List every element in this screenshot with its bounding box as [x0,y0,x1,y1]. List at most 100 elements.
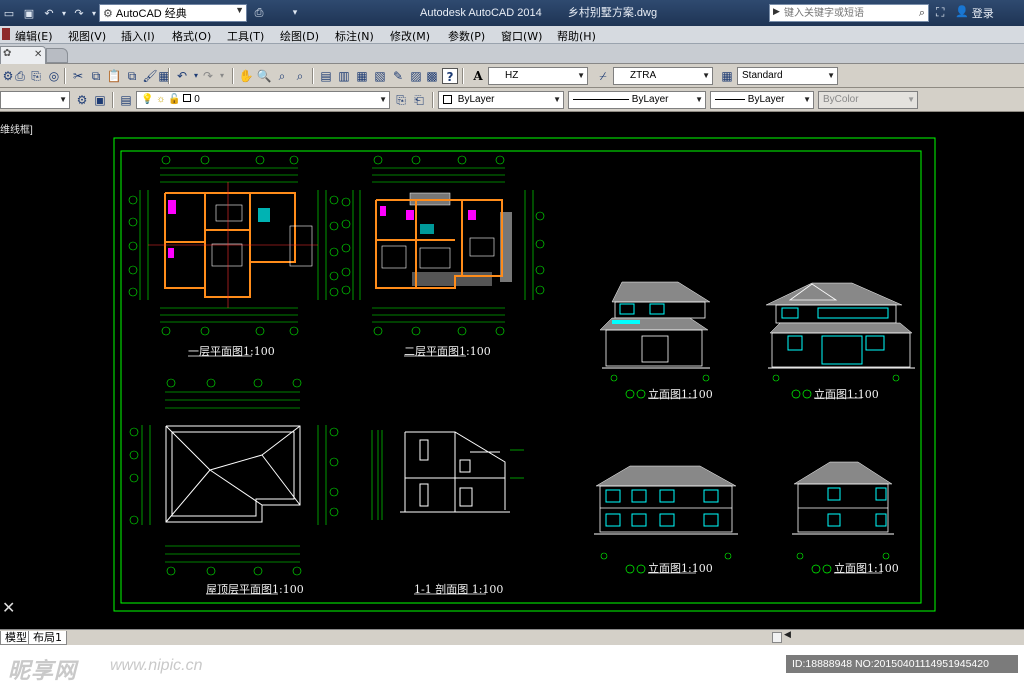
workspace-dropdown[interactable]: ▼ [0,91,70,109]
document-tab[interactable]: ✿ ✕ [0,46,46,64]
dimension-style-select[interactable]: ZTRA ▼ [613,67,713,85]
chevron-down-icon: ▼ [59,95,67,104]
horizontal-scrollbar[interactable] [772,632,782,643]
workspace-label: AutoCAD 经典 [115,8,187,20]
make-current-icon[interactable]: ⎘ [393,92,409,108]
menu-item-modify[interactable]: 修改(M) [390,28,430,44]
layer-select[interactable]: 💡 ☼ 🔓 0 ▼ [136,91,390,109]
toolbar-separator [64,68,66,84]
caption-plan-2: 二层平面图1:100 [404,345,491,358]
text-style-select[interactable]: HZ ▼ [488,67,588,85]
open-file-icon[interactable]: ⎙ [12,68,28,84]
quickcalc-icon[interactable]: ▨ [408,68,424,84]
copy-base-icon[interactable]: ⧉ [124,68,140,84]
menu-item-draw[interactable]: 绘图(D) [280,28,319,44]
menu-item-view[interactable]: 视图(V) [68,28,106,44]
file-name: 乡村别墅方案.dwg [567,7,658,19]
tab-layout1[interactable]: 布局1 [28,631,67,645]
scroll-left-icon[interactable]: ◀ [784,630,791,640]
login-label: 登录 [971,7,994,20]
window-title: Autodesk AutoCAD 2014 乡村别墅方案.dwg [420,4,657,20]
plotstyle-select[interactable]: ByColor ▼ [818,91,918,109]
calculator-icon[interactable]: ▩ [424,68,440,84]
pan-icon[interactable]: ✋ [238,68,254,84]
caption-elevation-4: 立面图1:100 [834,562,899,575]
watermark-url: www.nipic.cn [110,657,203,674]
layer-manager-icon[interactable]: ▤ [118,92,134,108]
close-icon[interactable]: ✕ [34,49,42,60]
publish-icon[interactable]: ◎ [46,68,62,84]
color-select[interactable]: ByLayer ▼ [438,91,564,109]
toolbar-separator [312,68,314,84]
workspace-select[interactable]: ⚙ AutoCAD 经典 ▼ [99,4,247,22]
save-icon[interactable]: ▣ [20,4,38,22]
new-tab-button[interactable] [46,48,68,63]
design-center-icon[interactable]: ▥ [336,68,352,84]
toolbar-separator [168,68,170,84]
layer-props-icon[interactable]: ▣ [92,92,108,108]
copy-icon[interactable]: ⧉ [88,68,104,84]
toolbar-separator [432,92,434,108]
open-icon[interactable]: ▭ [0,4,18,22]
paste-icon[interactable]: 📋 [106,68,122,84]
table-style-icon[interactable]: ▦ [719,68,735,84]
gear-icon: ⚙ [103,7,113,20]
viewport-controls-label[interactable]: 维线框] [0,121,33,136]
unlock-icon: 🔓 [168,94,181,105]
chevron-down-icon: ▼ [907,95,915,104]
undo-icon[interactable]: ↶ [40,4,58,22]
binoculars-icon[interactable]: ⛶ [936,5,944,20]
menu-item-format[interactable]: 格式(O) [172,28,211,44]
cut-icon[interactable]: ✂ [70,68,86,84]
toolbar-separator [232,68,234,84]
redo-dropdown-icon[interactable]: ▾ [214,68,230,84]
lightbulb-icon: 💡 [141,94,154,105]
zoom-previous-icon[interactable]: ⌕ [292,68,308,84]
search-icon[interactable]: ⌕ [919,6,925,20]
dimension-style-icon[interactable]: ⌿ [595,68,611,84]
user-icon: 👤 [955,5,969,18]
color-value: ByLayer [457,94,495,105]
qat-more-icon[interactable]: ▾ [286,4,304,22]
undo-dropdown-icon[interactable]: ▾ [60,4,68,22]
lineweight-sample-icon [715,98,745,100]
menu-item-insert[interactable]: 插入(I) [121,28,155,44]
menu-item-help[interactable]: 帮助(H) [557,28,596,44]
print-preview-icon[interactable]: ⎘ [28,68,44,84]
menu-item-tools[interactable]: 工具(T) [227,28,264,44]
tool-palettes-icon[interactable]: ▦ [354,68,370,84]
menu-item-window[interactable]: 窗口(W) [501,28,542,44]
layer-previous-icon[interactable]: ⎗ [411,92,427,108]
chevron-down-icon: ▼ [577,71,585,80]
zoom-realtime-icon[interactable]: 🔍 [256,68,272,84]
login-button[interactable]: 👤 登录 [955,5,994,21]
workspace-settings-icon[interactable]: ⚙ [74,92,90,108]
redo-icon[interactable]: ↷ [70,4,88,22]
plot-icon[interactable]: ⎙ [250,4,268,22]
lineweight-value: ByLayer [747,94,785,105]
zoom-window-icon[interactable]: ⌕ [274,68,290,84]
linetype-select[interactable]: ByLayer ▼ [568,91,706,109]
chevron-down-icon: ▼ [827,71,835,80]
sheet-set-icon[interactable]: ▧ [372,68,388,84]
toolbar-separator [112,92,114,108]
chevron-down-icon: ▼ [702,71,710,80]
menu-item-dimension[interactable]: 标注(N) [335,28,374,44]
redo-dropdown-icon[interactable]: ▾ [90,4,98,22]
linetype-sample-icon [573,98,629,100]
menu-item-edit[interactable]: 编辑(E) [15,28,53,44]
markup-icon[interactable]: ✎ [390,68,406,84]
lineweight-select[interactable]: ByLayer ▼ [710,91,814,109]
caption-elevation-1: 立面图1:100 [648,388,713,401]
properties-icon[interactable]: ▤ [318,68,334,84]
table-style-select[interactable]: Standard ▼ [737,67,838,85]
help-icon[interactable]: ? [442,68,458,84]
app-name: Autodesk AutoCAD 2014 [420,7,542,19]
standard-toolbar: ⚙ ⎙ ⎘ ◎ ✂ ⧉ 📋 ⧉ 🖌 ▦ ↶ ▾ ↷ ▾ ✋ 🔍 ⌕ ⌕ ▤ ▥ … [0,64,1024,88]
search-input[interactable] [770,5,910,21]
text-style-icon[interactable]: A [470,68,486,84]
plotstyle-value: ByColor [823,94,859,105]
menu-item-parameters[interactable]: 参数(P) [448,28,485,44]
menu-app-icon[interactable] [2,28,10,40]
drawing-canvas[interactable] [0,113,1024,629]
